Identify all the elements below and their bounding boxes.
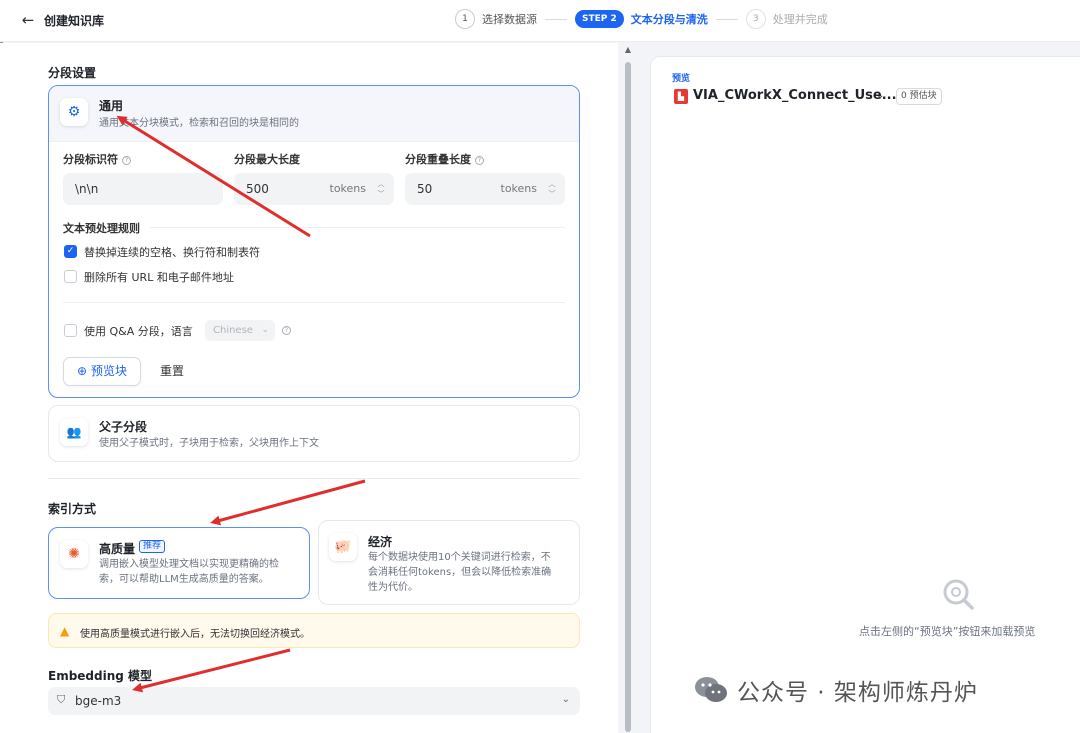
step-2-label: 文本分段与清洗 [630, 13, 708, 26]
warning-text: 使用高质量模式进行嵌入后，无法切换回经济模式。 [80, 629, 310, 640]
qa-segment-label: 使用 Q&A 分段，语言 [84, 325, 193, 338]
step-connector [545, 18, 567, 20]
scroll-up-icon[interactable]: ▲ [624, 46, 632, 54]
stepper-arrows-icon[interactable]: ︿ ﹀ [547, 179, 557, 199]
preview-button-label: 预览块 [90, 364, 127, 378]
step-1-label: 选择数据源 [482, 13, 537, 26]
help-icon: ? [475, 155, 484, 165]
chevron-down-icon: ⌄ [561, 694, 570, 705]
top-bar: ← 创建知识库 1 选择数据源 STEP 2 文本分段与清洗 3 处理并完成 [0, 0, 1080, 42]
reset-button[interactable]: 重置 [160, 362, 184, 379]
step-1-number: 1 [455, 9, 475, 29]
preview-file-name[interactable]: VIA_CWorkX_Connect_Use... [693, 88, 897, 103]
chunk-count-badge: 0 预估块 [896, 88, 942, 105]
scroll-thumb[interactable] [625, 62, 631, 732]
preview-empty-text: 点击左侧的“预览块”按钮来加载预览 [859, 625, 1036, 638]
embedding-model-value: bge-m3 [75, 694, 122, 708]
language-value: Chinese [213, 325, 253, 336]
chevron-down-icon[interactable]: ⌄ [876, 90, 884, 101]
sparkle-icon: ✺ [60, 540, 88, 568]
overlap-value: 50 [417, 182, 433, 196]
max-length-label: 分段最大长度 [234, 153, 300, 166]
separator-input[interactable]: \n\n [63, 173, 223, 205]
gear-icon: ⚙ [60, 98, 88, 126]
qa-segment-checkbox[interactable] [64, 324, 77, 337]
economy-title: 经济 [368, 535, 393, 549]
overlap-input[interactable]: 50 tokens ︿ ﹀ [405, 173, 565, 205]
piggy-bank-icon: 🐖 [329, 533, 357, 561]
replace-whitespace-checkbox[interactable]: ✓ [64, 245, 77, 258]
rule-divider [150, 227, 565, 228]
help-icon: ? [122, 155, 131, 165]
watermark-text: 公众号 · 架构师炼丹炉 [737, 680, 978, 706]
page-title: 创建知识库 [44, 14, 105, 28]
parent-child-title: 父子分段 [99, 420, 148, 434]
watermark: 公众号 · 架构师炼丹炉 [693, 674, 978, 706]
stepper: 1 选择数据源 STEP 2 文本分段与清洗 3 处理并完成 [455, 9, 828, 29]
general-mode-card[interactable] [48, 85, 580, 398]
embedding-title: Embedding 模型 [48, 669, 153, 683]
arrow-left-icon[interactable]: ← [18, 10, 38, 30]
max-length-unit: tokens [329, 182, 367, 195]
preview-label: 预览 [672, 74, 691, 84]
model-icon: ⛉ [57, 693, 66, 706]
high-quality-desc: 调用嵌入模型处理文档以实现更精确的检 索，可以帮助LLM生成高质量的答案。 [99, 559, 279, 585]
remove-urls-label: 删除所有 URL 和电子邮件地址 [84, 271, 234, 284]
step-3-label: 处理并完成 [772, 13, 828, 26]
embedding-model-select[interactable]: ⛉ bge-m3 ⌄ [48, 687, 580, 715]
search-icon: ⊕ [77, 364, 88, 378]
wechat-icon [695, 677, 727, 702]
step-3-number: 3 [745, 9, 766, 29]
segment-section-title: 分段设置 [48, 66, 97, 80]
general-mode-header[interactable] [49, 86, 579, 142]
language-select[interactable]: Chinese ⌄ [205, 320, 275, 341]
chevron-down-icon: ⌄ [261, 325, 269, 335]
warning-banner: ▲ 使用高质量模式进行嵌入后，无法切换回经济模式。 [48, 613, 580, 648]
replace-whitespace-label: 替换掉连续的空格、换行符和制表符 [84, 246, 260, 259]
stepper-arrows-icon[interactable]: ︿ ﹀ [376, 179, 386, 199]
section-divider [48, 478, 580, 479]
pdf-icon: ▙ [674, 89, 688, 104]
economy-desc: 每个数据块使用10个关键词进行检索，不 会消耗任何tokens，但会以降低检索准确… [368, 552, 552, 593]
high-quality-title: 高质量 [99, 542, 136, 556]
parent-child-desc: 使用父子模式时，子块用于检索，父块用作上下文 [99, 438, 319, 449]
search-empty-icon [943, 579, 974, 610]
help-icon: ? [282, 326, 291, 335]
overlap-unit: tokens [500, 182, 538, 195]
remove-urls-checkbox[interactable] [64, 270, 77, 283]
warning-icon: ▲ [60, 624, 70, 638]
preview-chunks-button[interactable]: ⊕ 预览块 [63, 357, 141, 386]
general-mode-desc: 通用文本分块模式，检索和召回的块是相同的 [99, 118, 299, 129]
overlap-label: 分段重叠长度? [405, 151, 484, 167]
preprocess-rules-title: 文本预处理规则 [63, 222, 140, 235]
general-mode-title: 通用 [99, 99, 124, 113]
separator-value: \n\n [75, 182, 99, 196]
max-length-input[interactable]: 500 tokens ︿ ﹀ [234, 173, 394, 205]
recommended-badge: 推荐 [139, 540, 166, 553]
section-divider [63, 302, 565, 303]
index-section-title: 索引方式 [48, 502, 97, 516]
step-connector [715, 18, 738, 20]
separator-label: 分段标识符? [63, 151, 131, 167]
scrollbar[interactable]: ▲ [624, 46, 632, 733]
parent-child-icon: 👥 [60, 418, 88, 446]
max-length-value: 500 [246, 182, 269, 196]
step-2-badge: STEP 2 [575, 10, 624, 28]
